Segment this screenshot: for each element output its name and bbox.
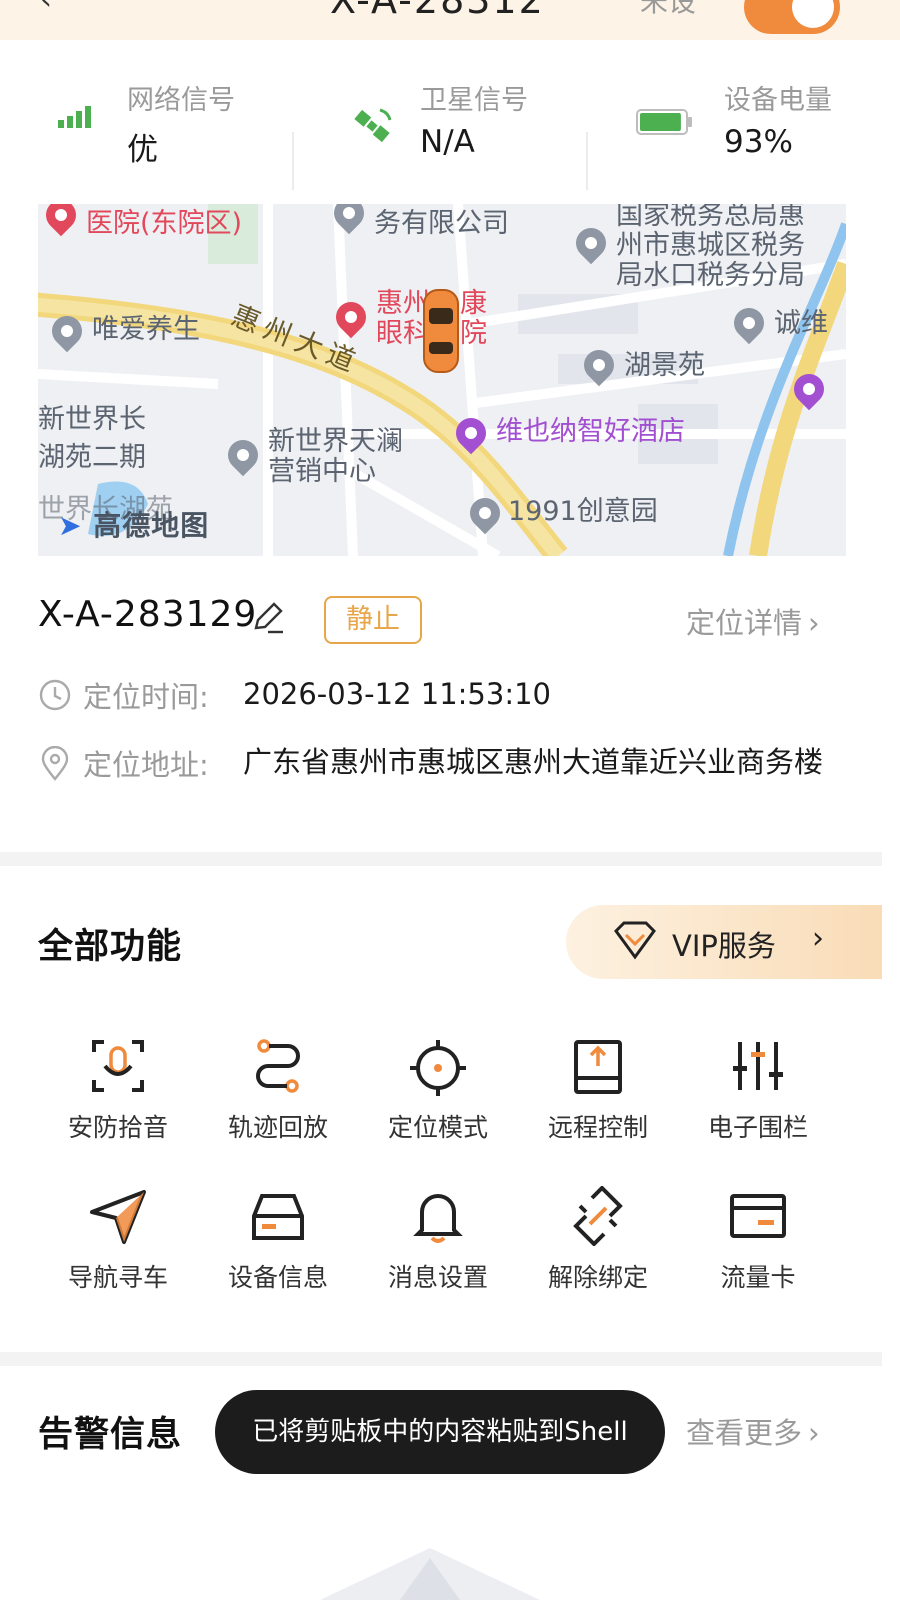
location-time-value: 2026-03-12 11:53:10 <box>243 677 551 711</box>
poi-label: 营销中心 <box>268 456 376 487</box>
function-label: 导航寻车 <box>67 1263 168 1292</box>
function-item-data-card[interactable]: 流量卡 <box>678 1186 838 1306</box>
device-icon <box>252 1194 304 1240</box>
vip-service-button[interactable]: VIP服务 › <box>566 905 882 979</box>
function-label: 远程控制 <box>547 1113 648 1142</box>
location-time-label: 定位时间: <box>83 680 209 714</box>
page-title: X-A-28312 <box>330 0 545 22</box>
crosshair-icon <box>410 1040 466 1096</box>
location-detail-link[interactable]: 定位详情 › <box>686 600 820 642</box>
poi-label: 诚维 <box>774 308 828 339</box>
top-bar: ‹ X-A-28312 未设 <box>0 0 900 40</box>
section-divider <box>0 1352 882 1366</box>
function-label: 流量卡 <box>720 1263 796 1292</box>
microphone-icon <box>92 1040 144 1092</box>
function-label: 定位模式 <box>387 1113 488 1142</box>
poi-label: 维也纳智好酒店 <box>496 416 685 447</box>
toast-message: 已将剪贴板中的内容粘贴到Shell <box>215 1390 665 1474</box>
poi-label: 院 <box>460 318 487 349</box>
poi-label: 局水口税务分局 <box>616 260 805 291</box>
sliders-icon <box>733 1042 783 1090</box>
poi-label: 州市惠城区税务 <box>616 230 805 261</box>
function-item-audio[interactable]: 安防拾音 <box>38 1036 198 1156</box>
header-toggle[interactable] <box>744 0 840 34</box>
battery-icon <box>636 109 692 135</box>
divider <box>292 132 294 190</box>
device-status-row: 网络信号 优 卫星信号 N/A 设备电量 93% <box>0 40 900 204</box>
function-item-device-info[interactable]: 设备信息 <box>198 1186 358 1306</box>
chevron-right-icon: › <box>808 1416 820 1450</box>
satellite-signal-value: N/A <box>420 124 475 160</box>
satellite-signal-label: 卫星信号 <box>420 85 528 116</box>
location-detail-label: 定位详情 <box>686 606 803 640</box>
car-marker-icon[interactable] <box>422 288 460 374</box>
satellite-signal-stat: 卫星信号 N/A <box>350 78 570 178</box>
chevron-right-icon: › <box>808 606 820 640</box>
function-label: 设备信息 <box>227 1263 328 1292</box>
function-label: 轨迹回放 <box>227 1113 328 1142</box>
location-pin-icon <box>41 746 69 781</box>
empty-state-illustration <box>320 1548 540 1600</box>
network-signal-stat: 网络信号 优 <box>56 78 256 178</box>
function-item-navigate-car[interactable]: 导航寻车 <box>38 1186 198 1306</box>
location-address-value: 广东省惠州市惠城区惠州大道靠近兴业商务楼 <box>243 745 824 779</box>
vip-service-label: VIP服务 <box>672 929 776 963</box>
navigation-icon <box>90 1190 146 1244</box>
function-label: 解除绑定 <box>547 1263 648 1292</box>
status-badge: 静止 <box>324 596 422 644</box>
battery-stat: 设备电量 93% <box>636 78 856 178</box>
edit-icon[interactable] <box>250 600 286 636</box>
network-signal-label: 网络信号 <box>127 85 235 116</box>
poi-label: 务有限公司 <box>374 208 509 239</box>
device-name: X-A-283129 <box>38 594 258 635</box>
alerts-title: 告警信息 <box>38 1415 183 1455</box>
poi-label: 1991创意园 <box>508 496 658 527</box>
function-item-positioning-mode[interactable]: 定位模式 <box>358 1036 518 1156</box>
back-icon[interactable]: ‹ <box>40 0 52 17</box>
bell-icon <box>413 1194 463 1243</box>
view-more-link[interactable]: 查看更多 › <box>686 1410 820 1452</box>
unlink-icon <box>573 1186 623 1246</box>
map-logo-text: 高德地图 <box>93 509 210 542</box>
route-icon <box>256 1039 300 1093</box>
poi-label: 湖苑二期 <box>38 442 146 473</box>
header-right-text: 未设 <box>640 0 697 18</box>
view-more-label: 查看更多 <box>686 1416 803 1450</box>
function-label: 电子围栏 <box>707 1113 808 1142</box>
function-item-unbind[interactable]: 解除绑定 <box>518 1186 678 1306</box>
function-label: 消息设置 <box>387 1263 488 1292</box>
battery-label: 设备电量 <box>724 85 832 116</box>
clock-icon <box>39 679 71 711</box>
divider <box>586 132 588 190</box>
network-signal-value: 优 <box>127 132 158 168</box>
function-item-geofence[interactable]: 电子围栏 <box>678 1036 838 1156</box>
function-item-message-settings[interactable]: 消息设置 <box>358 1186 518 1306</box>
poi-label: 医院(东院区) <box>86 208 243 239</box>
location-map[interactable]: 医院(东院区) 务有限公司 国家税务总局惠 州市惠城区税务 局水口税务分局 唯爱… <box>38 204 846 556</box>
poi-label: 康 <box>460 288 487 319</box>
poi-label: 新世界长 <box>38 404 146 435</box>
signal-icon <box>58 106 91 128</box>
remote-control-icon <box>574 1040 622 1094</box>
functions-title: 全部功能 <box>38 927 183 967</box>
card-icon <box>730 1194 786 1238</box>
battery-value: 93% <box>724 124 793 160</box>
map-logo: ➤ 高德地图 <box>58 509 210 542</box>
diamond-icon <box>614 921 656 960</box>
section-divider <box>0 852 882 866</box>
poi-label: 湖景苑 <box>624 350 705 381</box>
function-item-remote-control[interactable]: 远程控制 <box>518 1036 678 1156</box>
location-address-label: 定位地址: <box>83 748 209 782</box>
poi-label: 新世界天澜 <box>268 426 403 457</box>
function-item-track[interactable]: 轨迹回放 <box>198 1036 358 1156</box>
function-label: 安防拾音 <box>67 1113 168 1142</box>
poi-label: 唯爱养生 <box>92 314 200 345</box>
poi-label: 国家税务总局惠 <box>616 204 805 231</box>
satellite-icon <box>354 108 392 143</box>
chevron-right-icon: › <box>812 921 824 956</box>
